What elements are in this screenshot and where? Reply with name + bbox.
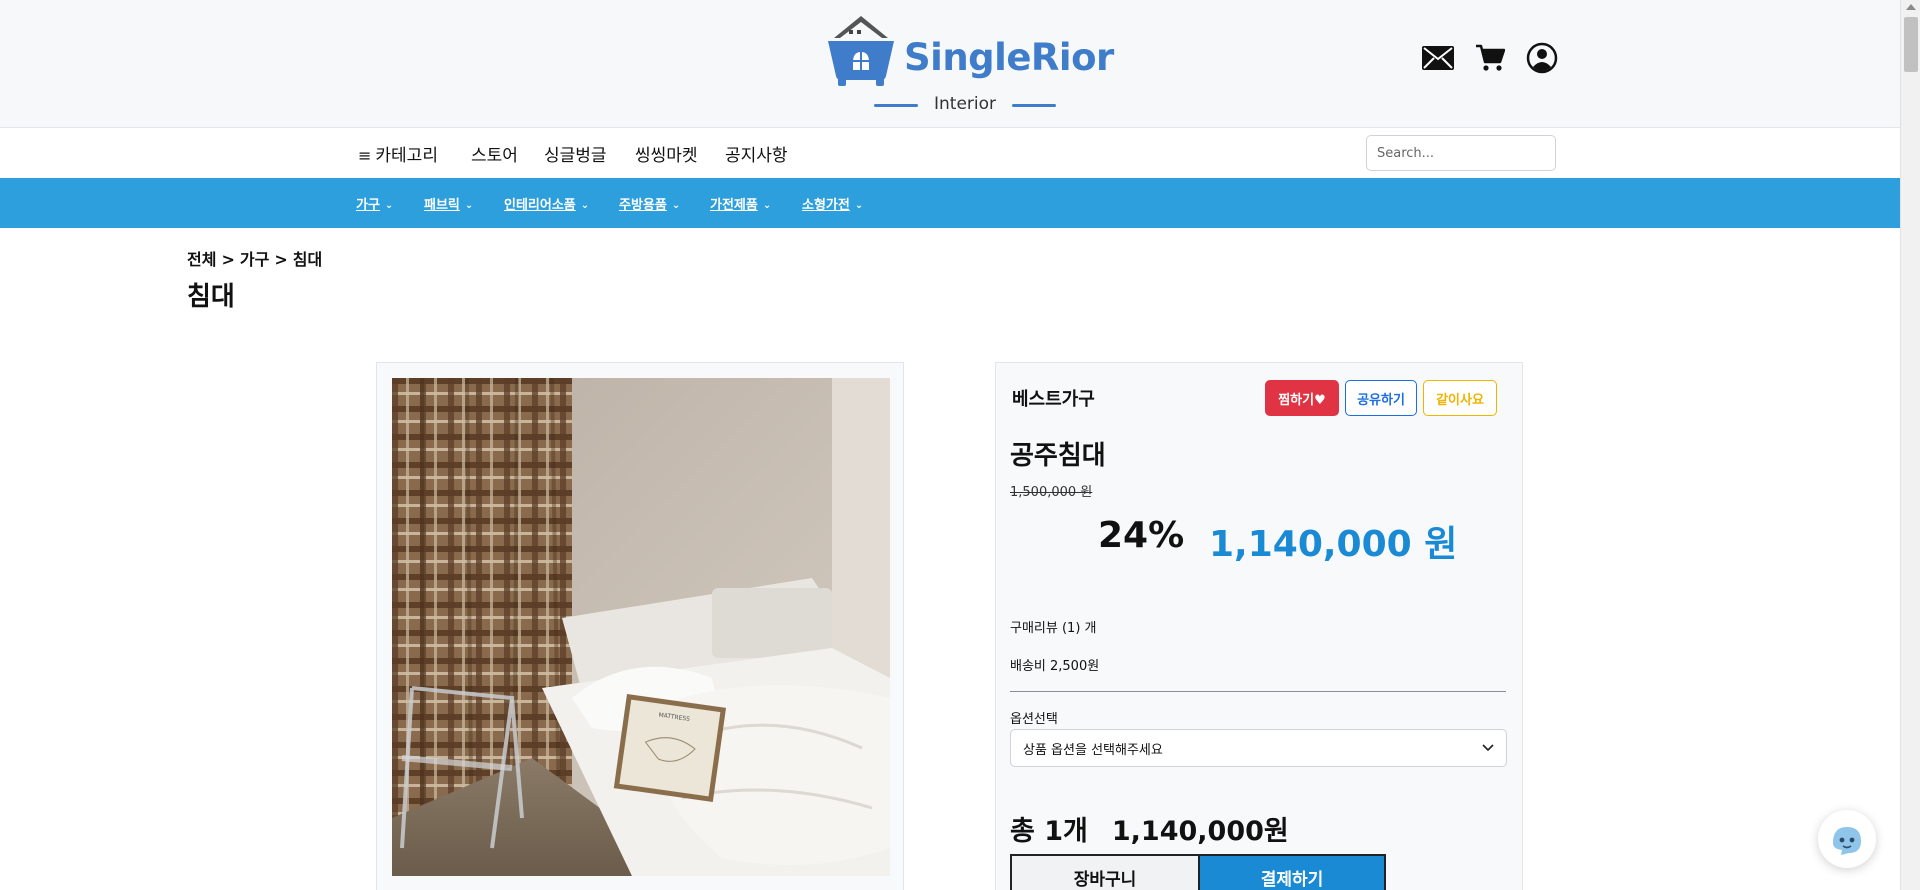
category-label: 소형가전 <box>802 198 850 213</box>
chat-ghost-icon <box>1833 827 1861 855</box>
header-icons <box>1420 40 1560 76</box>
cart-icon[interactable] <box>1472 40 1508 76</box>
site-logo[interactable]: SingleRior Interior <box>826 14 1114 114</box>
category-item-furniture[interactable]: 가구 ⌄ <box>356 194 393 213</box>
category-bar: 가구 ⌄ 패브릭 ⌄ 인테리어소품 ⌄ 주방용품 ⌄ 가전제품 ⌄ 소형가전 ⌄ <box>0 178 1900 228</box>
menu-icon: ≡ <box>358 146 372 165</box>
breadcrumb-item-bed[interactable]: 침대 <box>293 250 322 269</box>
top-nav: ≡ 카테고리 스토어 싱글벙글 씽씽마켓 공지사항 <box>0 128 1900 178</box>
shipping-fee: 배송비 2,500원 <box>1010 659 1100 674</box>
original-price: 1,500,000 원 <box>1010 485 1093 500</box>
checkout-button[interactable]: 결제하기 <box>1198 854 1386 890</box>
category-item-appliances[interactable]: 가전제품 ⌄ <box>710 194 771 213</box>
option-label: 옵션선택 <box>1010 712 1058 727</box>
option-select[interactable]: 상품 옵션을 선택해주세요 <box>1010 729 1507 767</box>
scroll-thumb[interactable] <box>1904 17 1918 72</box>
user-icon[interactable] <box>1524 40 1560 76</box>
chevron-down-icon: ⌄ <box>464 200 474 211</box>
breadcrumb-separator: > <box>274 250 288 269</box>
breadcrumb: 전체 > 가구 > 침대 <box>187 246 322 270</box>
group-buy-button[interactable]: 같이사요 <box>1423 380 1497 416</box>
nav-item-store[interactable]: 스토어 <box>471 141 518 166</box>
breadcrumb-item-furniture[interactable]: 가구 <box>240 250 269 269</box>
category-label: 가전제품 <box>710 198 758 213</box>
logo-subtitle-wrap: Interior <box>850 94 1080 116</box>
product-photo[interactable]: MATTRESS <box>392 378 890 876</box>
chat-bot-button[interactable] <box>1818 810 1876 868</box>
share-button[interactable]: 공유하기 <box>1345 380 1417 416</box>
chevron-down-icon: ⌄ <box>580 200 590 211</box>
product-name: 공주침대 <box>1010 441 1106 471</box>
category-item-interior-goods[interactable]: 인테리어소품 ⌄ <box>504 194 589 213</box>
nav-item-label: 카테고리 <box>375 146 438 166</box>
discount-rate: 24% <box>1098 515 1185 556</box>
basket-house-icon <box>828 16 894 86</box>
chevron-down-icon: ⌄ <box>671 200 681 211</box>
option-select-value: 상품 옵션을 선택해주세요 <box>1023 742 1163 758</box>
category-label: 주방용품 <box>619 198 667 213</box>
category-label: 인테리어소품 <box>504 198 576 213</box>
nav-item-category[interactable]: ≡ 카테고리 <box>358 141 438 166</box>
brand-name[interactable]: 베스트가구 <box>1012 385 1095 411</box>
category-label: 패브릭 <box>424 198 460 213</box>
category-item-small-appliances[interactable]: 소형가전 ⌄ <box>802 194 863 213</box>
logo-name: SingleRior <box>904 36 1114 79</box>
chevron-down-icon <box>1482 744 1494 752</box>
scroll-up-icon[interactable] <box>1906 4 1916 10</box>
page-title: 침대 <box>187 282 235 312</box>
total-quantity: 총 1개 <box>1010 816 1088 847</box>
order-total: 총 1개 1,140,000원 <box>1010 809 1289 848</box>
category-item-kitchen[interactable]: 주방용품 ⌄ <box>619 194 680 213</box>
logo-line-right <box>1012 104 1056 107</box>
sale-price: 1,140,000 원 <box>1209 524 1458 565</box>
site-header: SingleRior Interior <box>0 0 1900 128</box>
chevron-down-icon: ⌄ <box>384 200 394 211</box>
divider <box>1010 691 1506 692</box>
breadcrumb-separator: > <box>221 250 235 269</box>
add-to-cart-button[interactable]: 장바구니 <box>1010 854 1198 890</box>
category-label: 가구 <box>356 198 380 213</box>
review-count[interactable]: 구매리뷰 (1) 개 <box>1010 617 1096 636</box>
chevron-down-icon: ⌄ <box>854 200 864 211</box>
total-amount: 1,140,000원 <box>1111 816 1289 847</box>
page-scrollbar[interactable] <box>1900 0 1920 890</box>
product-image-card: MATTRESS <box>376 362 904 890</box>
breadcrumb-item-all[interactable]: 전체 <box>187 250 216 269</box>
product-info-card: 베스트가구 찜하기♥ 공유하기 같이사요 공주침대 1,500,000 원 24… <box>995 362 1523 890</box>
mail-icon[interactable] <box>1420 40 1456 76</box>
nav-item-notice[interactable]: 공지사항 <box>725 141 788 166</box>
chevron-down-icon: ⌄ <box>762 200 772 211</box>
nav-item-singlebeonggeul[interactable]: 싱글벙글 <box>544 141 607 166</box>
category-item-fabric[interactable]: 패브릭 ⌄ <box>424 194 473 213</box>
search-input[interactable] <box>1366 135 1556 171</box>
like-button[interactable]: 찜하기♥ <box>1265 380 1339 416</box>
nav-item-market[interactable]: 씽씽마켓 <box>635 141 698 166</box>
